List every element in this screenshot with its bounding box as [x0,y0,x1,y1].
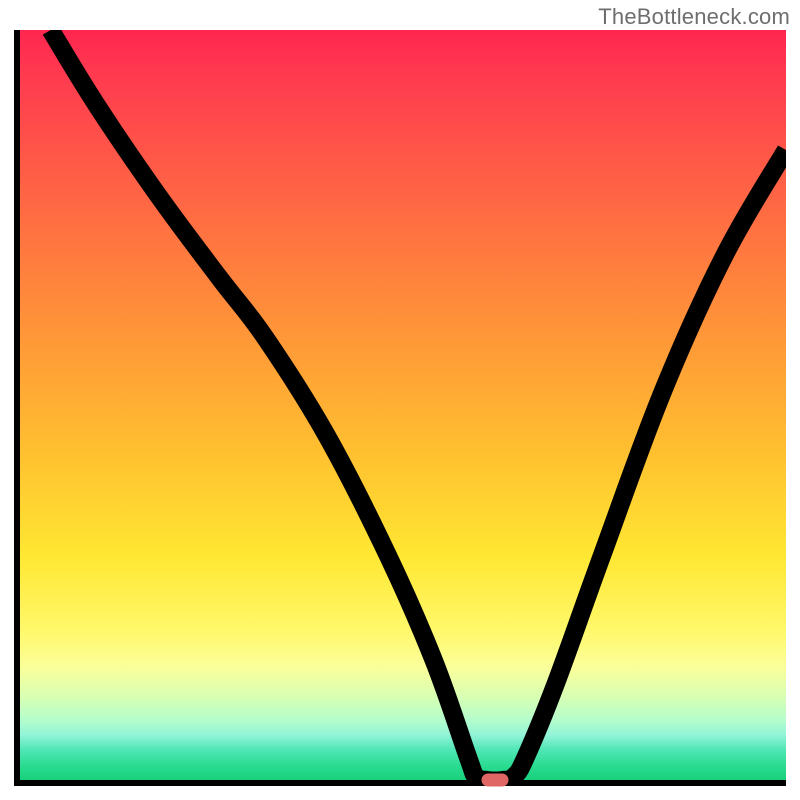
x-axis [14,780,786,786]
bottleneck-curve-path [51,30,786,780]
chart-stage: TheBottleneck.com [0,0,800,800]
bottleneck-curve [20,30,786,780]
plot-area [14,30,786,786]
watermark-text: TheBottleneck.com [598,4,790,30]
optimal-point-marker [481,774,508,787]
